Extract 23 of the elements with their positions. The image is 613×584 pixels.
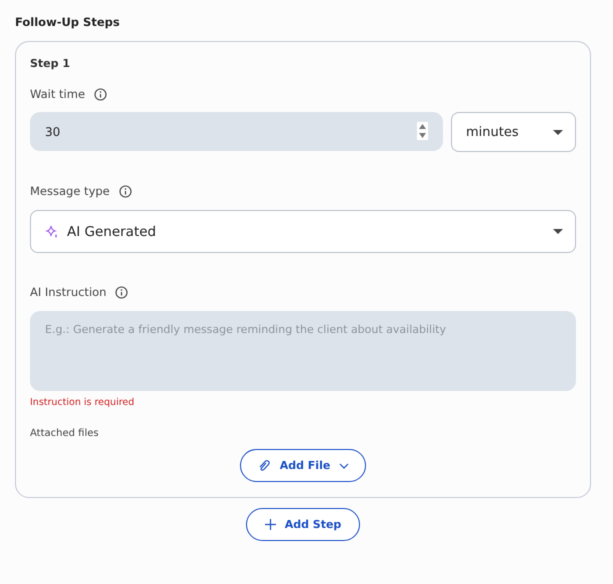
chevron-down-icon [339,462,350,468]
instruction-field[interactable]: E.g.: Generate a friendly message reminding the client about availability [30,311,576,391]
error-message: Instruction is required [30,397,136,408]
add-file-button[interactable]: Add File [240,449,366,482]
plus-icon [264,519,276,530]
add-step-button[interactable]: Add Step [246,508,360,541]
section-title: Follow-Up Steps [15,14,121,31]
unit-dropdown[interactable]: minutes [451,112,576,152]
sparkle-icon [45,224,59,238]
field-label: Message type [30,184,110,198]
info-icon[interactable] [115,286,128,298]
caret-icon [553,229,563,234]
field-label: Wait time [30,87,86,101]
field-label: AI Instruction [30,285,106,299]
step-heading: Step 1 [30,57,71,70]
info-icon[interactable] [94,88,108,100]
field-label: Attached files [30,428,100,439]
info-icon[interactable] [118,184,132,198]
caret-icon [553,130,563,134]
spinner-icon[interactable] [417,122,428,140]
wait-time-field[interactable]: 30 [30,112,443,151]
paperclip-icon [256,458,271,472]
message-type-dropdown[interactable]: AI Generated [30,210,576,253]
